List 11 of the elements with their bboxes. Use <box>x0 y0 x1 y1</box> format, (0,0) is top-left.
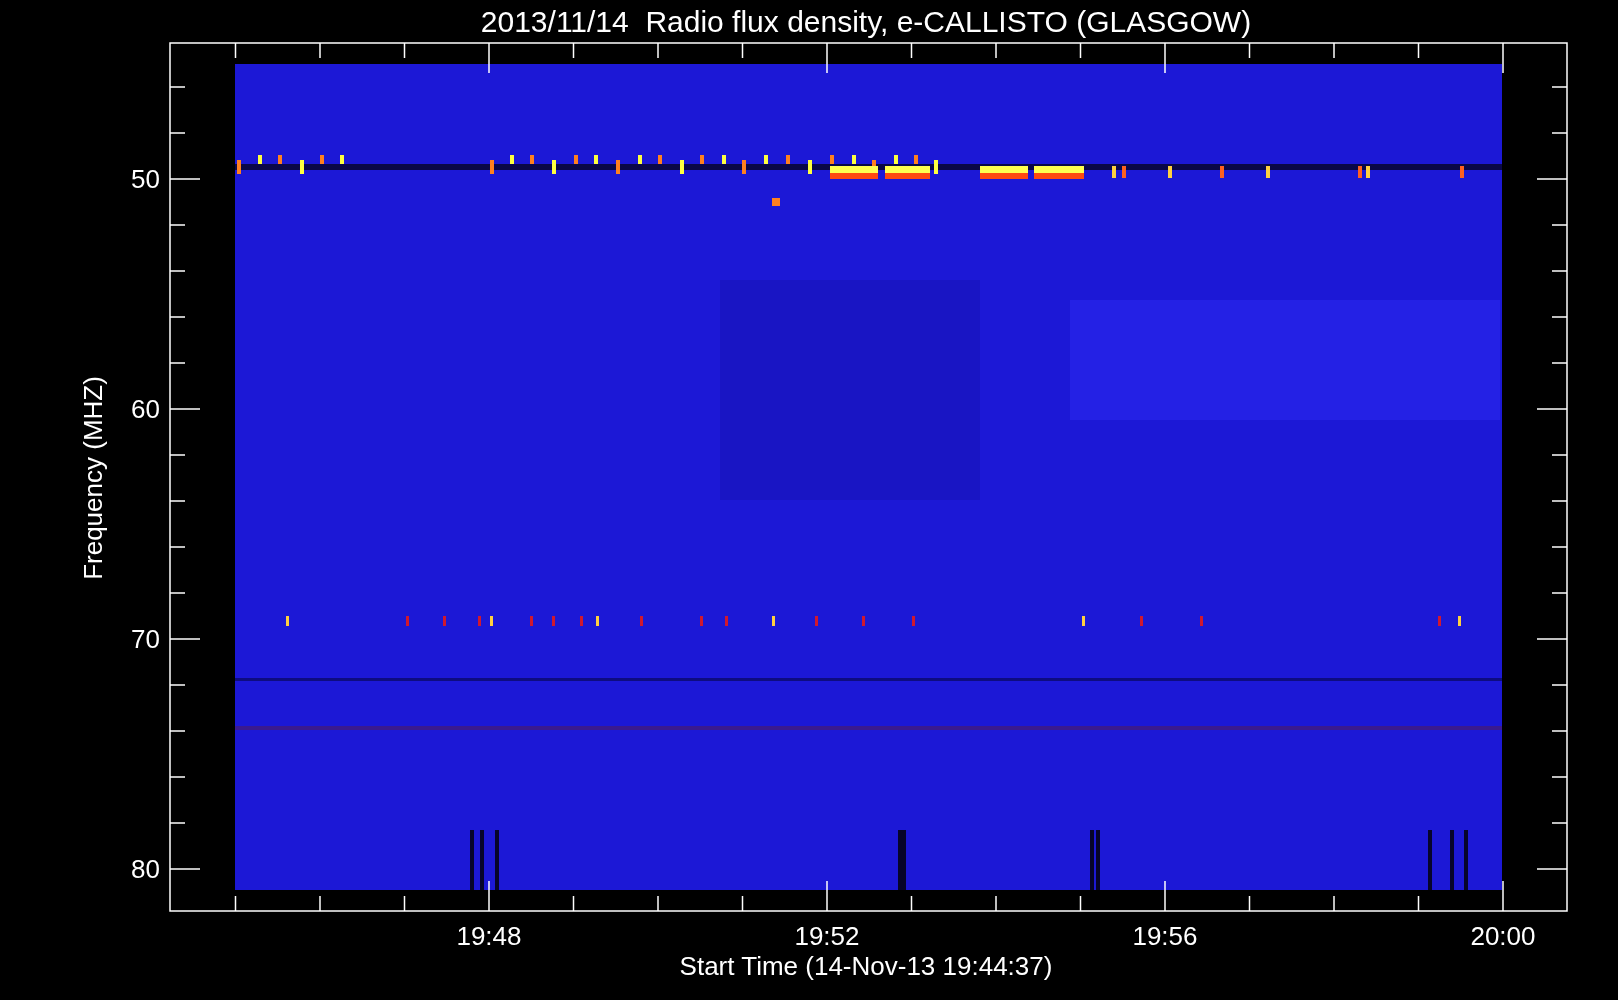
tick-label: 60 <box>131 394 160 424</box>
tick-label: 80 <box>131 854 160 884</box>
tick-label: 20:00 <box>1470 921 1536 951</box>
tick-label: 50 <box>131 164 160 194</box>
tick-label: 70 <box>131 624 160 654</box>
axis-title: Frequency (MHZ) <box>78 376 108 580</box>
tick-label: 19:52 <box>794 921 860 951</box>
chart-title: 2013/11/14 Radio flux density, e-CALLISTO (GLASGOW) <box>480 5 1252 38</box>
tick-label: 19:48 <box>456 921 522 951</box>
axis-title: Start Time (14-Nov-13 19:44:37) <box>679 951 1053 981</box>
tick-label: 19:56 <box>1132 921 1198 951</box>
